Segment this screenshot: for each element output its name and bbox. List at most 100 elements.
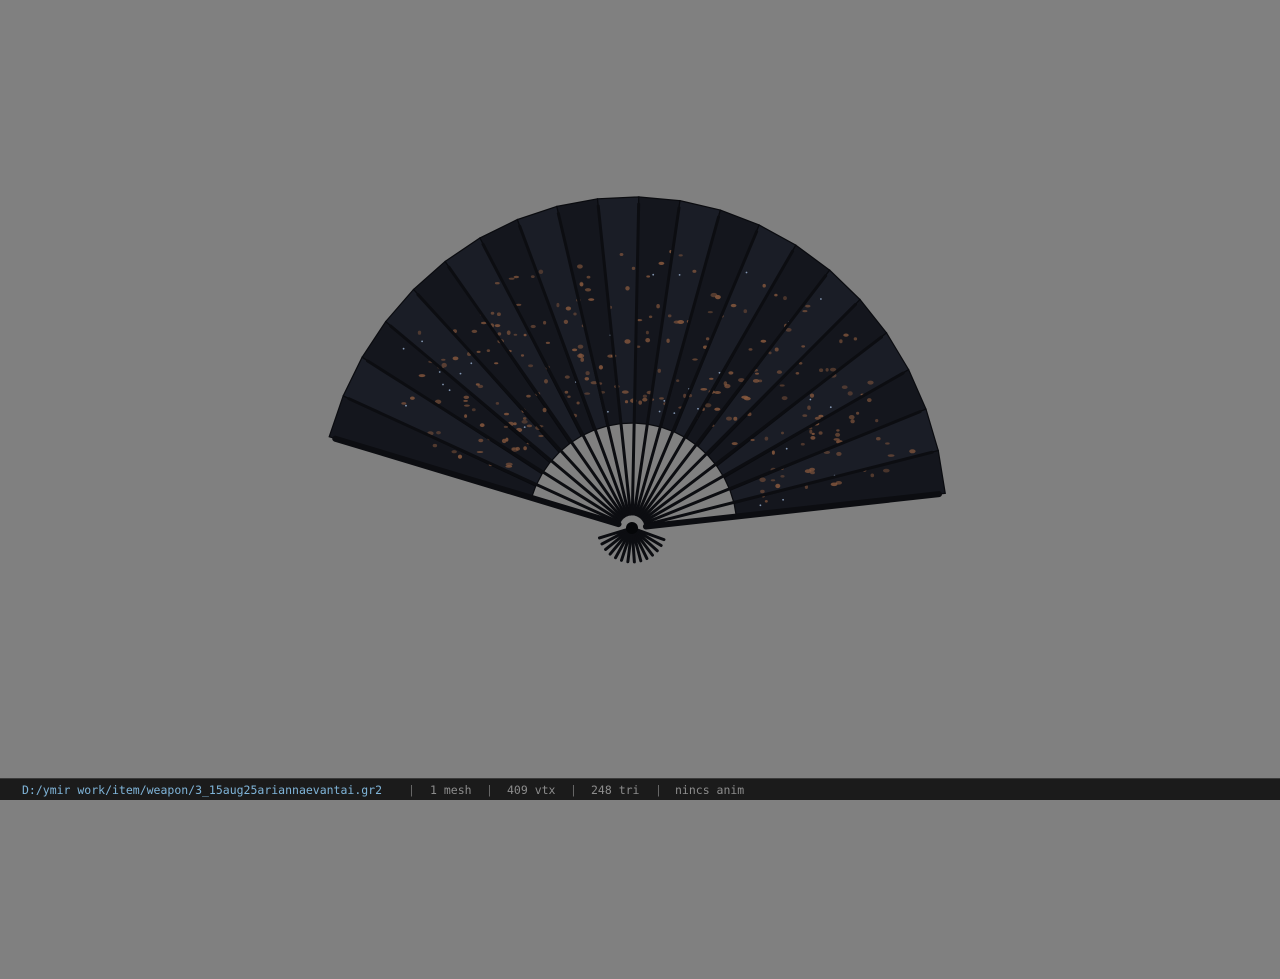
sparkle-dot [785, 447, 788, 450]
pattern-dot [586, 275, 591, 279]
pattern-dot [475, 383, 480, 386]
pattern-dot [801, 345, 806, 348]
pattern-dot [750, 438, 755, 442]
pattern-dot [624, 400, 629, 404]
pattern-dot [760, 339, 767, 343]
pattern-dot [885, 442, 890, 445]
pattern-dot [867, 398, 872, 403]
pattern-dot [759, 477, 766, 483]
pattern-dot [707, 311, 713, 314]
pattern-dot [463, 395, 470, 399]
pattern-dot [478, 438, 484, 443]
sparkle-dot [523, 426, 526, 428]
pattern-dot [741, 395, 749, 399]
pattern-dot [657, 368, 661, 373]
sparkle-dot [820, 298, 822, 300]
pattern-dot [856, 411, 860, 415]
pattern-dot [825, 368, 829, 372]
pattern-dot [436, 431, 441, 435]
pattern-dot [619, 253, 624, 256]
pattern-dot [692, 358, 698, 361]
pattern-dot [471, 329, 478, 333]
pattern-dot [780, 475, 785, 478]
pattern-dot [642, 397, 648, 402]
pattern-dot [476, 451, 484, 453]
sparkle-dot [678, 274, 681, 276]
pattern-dot [800, 442, 805, 446]
pattern-dot [645, 338, 651, 343]
pattern-dot [677, 320, 685, 324]
pattern-dot [676, 379, 680, 383]
pattern-dot [730, 303, 737, 308]
pattern-dot [656, 304, 660, 309]
pattern-dot [494, 282, 500, 285]
pattern-dot [486, 349, 491, 352]
pattern-dot [843, 333, 849, 337]
pattern-dot [646, 275, 651, 278]
pattern-dot [648, 315, 653, 319]
pattern-dot [506, 330, 511, 336]
pattern-dot [658, 261, 665, 265]
pattern-dot [573, 312, 577, 316]
separator: | [570, 783, 577, 797]
pattern-dot [576, 401, 580, 405]
pattern-dot [764, 500, 768, 503]
pattern-dot [809, 467, 815, 472]
pattern-dot [839, 339, 843, 344]
pattern-dot [530, 324, 536, 329]
fan-rivet [626, 522, 638, 534]
pattern-dot [724, 384, 731, 389]
pattern-dot [410, 396, 415, 400]
pattern-dot [503, 425, 508, 428]
pattern-dot [577, 344, 584, 349]
pattern-dot [621, 390, 629, 394]
pattern-dot [770, 479, 776, 482]
pattern-dot [771, 450, 775, 455]
pattern-dot [508, 277, 515, 280]
anim-status: nincs anim [675, 783, 745, 797]
pattern-dot [835, 432, 841, 437]
sparkle-dot [673, 412, 676, 414]
pattern-dot [666, 338, 670, 343]
sparkle-dot [459, 372, 462, 375]
pattern-dot [580, 357, 584, 362]
sparkle-dot [405, 404, 407, 407]
pattern-dot [783, 296, 787, 301]
pattern-dot [755, 372, 759, 375]
sparkle-dot [652, 273, 655, 276]
pattern-dot [545, 341, 551, 344]
pattern-dot [776, 370, 783, 374]
pattern-dot [584, 392, 591, 395]
pattern-dot [624, 339, 631, 344]
pattern-dot [818, 431, 823, 435]
pattern-dot [564, 390, 569, 394]
pattern-dot [802, 310, 808, 313]
pattern-dot [775, 483, 781, 489]
pattern-dot [417, 330, 422, 335]
pattern-dot [870, 473, 875, 478]
separator: | [655, 783, 662, 797]
pattern-dot [631, 266, 636, 270]
pattern-dot [867, 380, 874, 385]
pattern-dot [726, 416, 732, 421]
pattern-dot [887, 454, 895, 457]
fan-model[interactable] [0, 0, 1280, 778]
pattern-dot [543, 320, 547, 325]
pattern-dot [836, 429, 840, 432]
pattern-dot [667, 314, 672, 318]
3d-viewport[interactable] [0, 0, 1280, 778]
sparkle-dot [782, 498, 784, 501]
pattern-dot [705, 337, 710, 341]
pattern-dot [505, 437, 509, 442]
pattern-dot [645, 330, 649, 335]
pattern-dot [526, 424, 533, 428]
pattern-dot [588, 298, 595, 301]
pattern-dot [451, 450, 457, 454]
pattern-dot [526, 394, 531, 398]
sparkle-dot [809, 398, 812, 401]
sparkle-dot [745, 271, 748, 274]
separator: | [486, 783, 493, 797]
pattern-dot [505, 462, 513, 466]
pattern-dot [463, 404, 470, 407]
sparkle-dot [421, 340, 423, 343]
